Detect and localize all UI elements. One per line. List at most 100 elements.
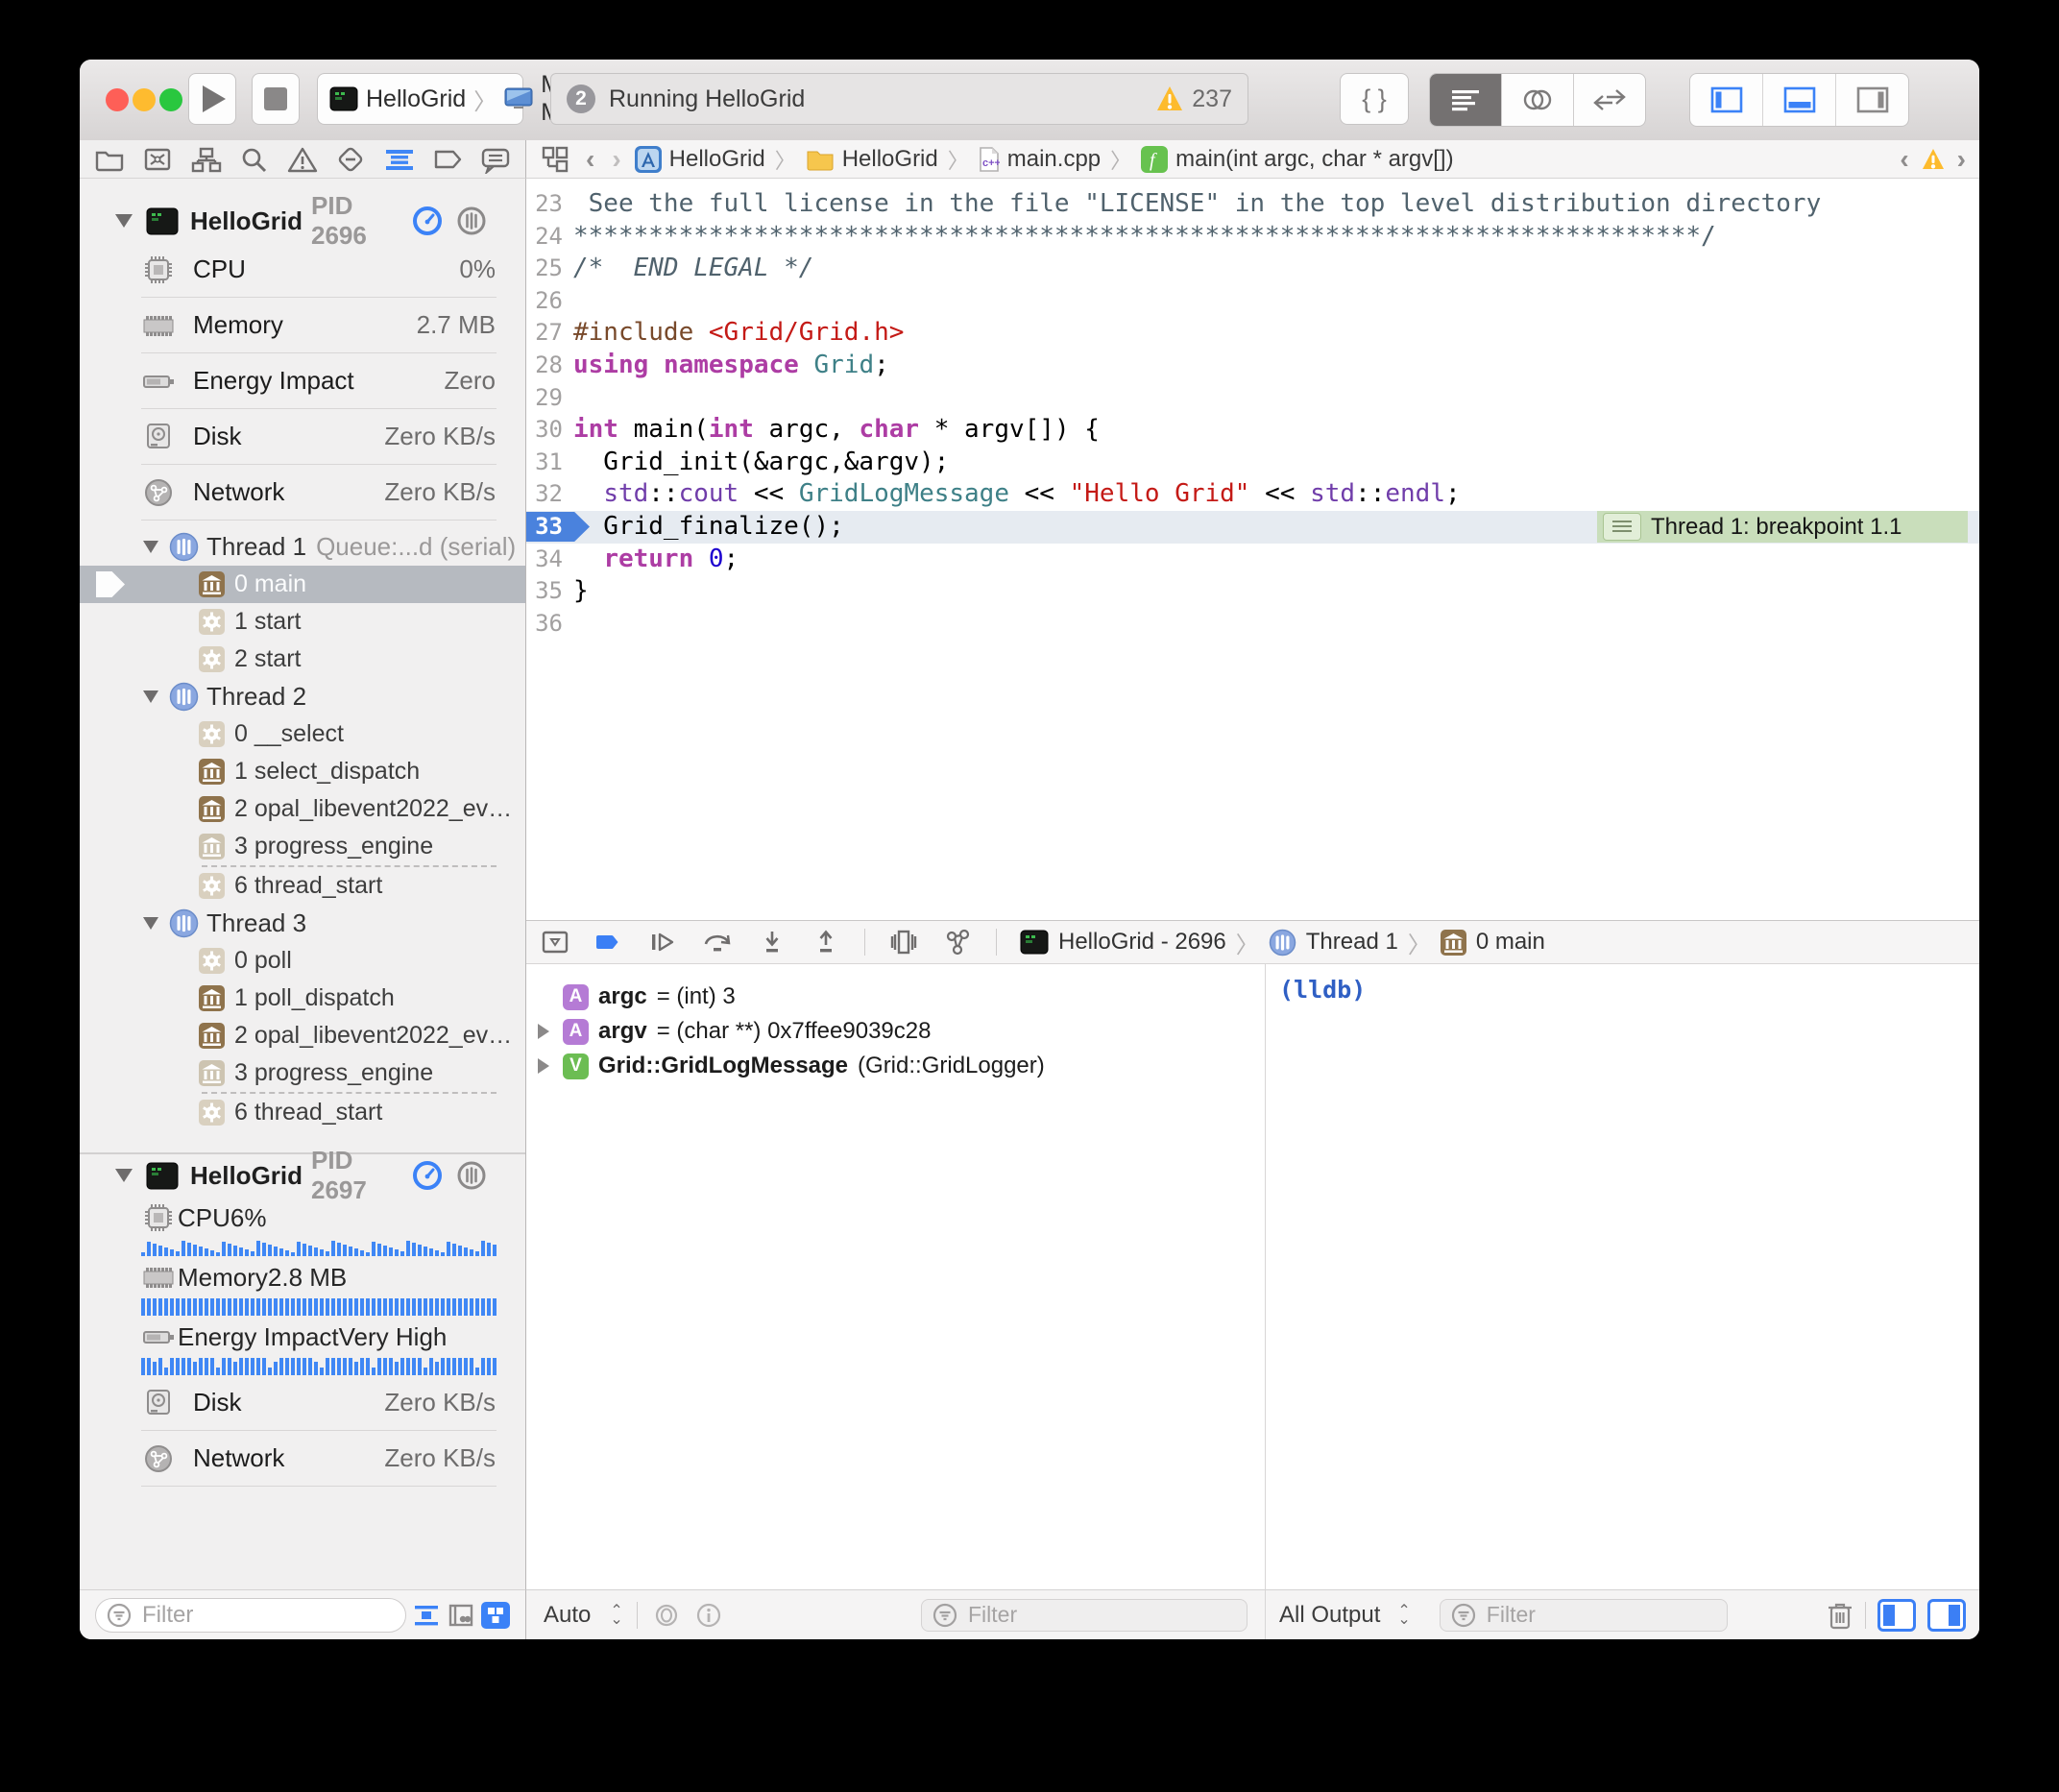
variable-row[interactable]: A argc = (int) 3	[526, 980, 1265, 1014]
console-filter-input[interactable]	[1485, 1601, 1717, 1629]
disclosure-triangle[interactable]	[538, 1058, 553, 1074]
variables-filter-input[interactable]	[966, 1601, 1237, 1629]
trash-icon[interactable]	[1827, 1600, 1853, 1631]
code-line[interactable]: 31 Grid_init(&argc,&argv);	[526, 447, 1979, 479]
run-button[interactable]	[188, 73, 236, 125]
view-mode-button[interactable]	[481, 1601, 510, 1630]
jump-bar-item[interactable]: fmain(int argc, char * argv[])	[1141, 146, 1453, 173]
console-view[interactable]: (lldb)	[1265, 964, 1979, 1589]
toggle-debug-area-button[interactable]	[1763, 74, 1836, 126]
breakpoints-toggle-button[interactable]	[593, 928, 624, 957]
view-hierarchy-button[interactable]	[888, 928, 919, 957]
continue-button[interactable]	[647, 928, 678, 957]
code-line[interactable]: 29	[526, 382, 1979, 415]
disclosure-triangle[interactable]	[115, 214, 133, 228]
gauge-row[interactable]: NetworkZero KB/s	[80, 1431, 525, 1486]
step-out-button[interactable]	[811, 928, 841, 957]
jump-bar-item[interactable]: HelloGrid	[635, 146, 765, 173]
disclosure-triangle[interactable]	[115, 1169, 133, 1182]
stop-button[interactable]	[252, 73, 300, 125]
stack-frame-row[interactable]: 1 poll_dispatch	[80, 980, 525, 1017]
stack-frame-row[interactable]: 6 thread_start	[80, 867, 525, 905]
stack-frame-row[interactable]: 2 opal_libevent2022_ev…	[80, 1017, 525, 1054]
code-line[interactable]: 30int main(int argc, char * argv[]) {	[526, 414, 1979, 447]
stack-frame-row[interactable]: 3 progress_engine	[80, 1054, 525, 1092]
gauges-view-button[interactable]	[412, 1160, 443, 1191]
standard-editor-button[interactable]	[1430, 74, 1502, 126]
code-line[interactable]: 27#include <Grid/Grid.h>	[526, 317, 1979, 350]
breakpoint-navigator-icon[interactable]	[431, 145, 464, 174]
stack-frame-row[interactable]: 1 start	[80, 603, 525, 641]
navigator-filter-field[interactable]	[95, 1598, 406, 1633]
variable-row[interactable]: V Grid::GridLogMessage (Grid::GridLogger…	[526, 1049, 1265, 1083]
eye-icon[interactable]	[651, 1603, 682, 1628]
source-editor[interactable]: 23 See the full license in the file "LIC…	[526, 179, 1979, 920]
stack-frame-row[interactable]: 0 main	[80, 566, 525, 603]
code-line-breakpoint[interactable]: 33 Grid_finalize(); Thread 1: breakpoint…	[526, 511, 1979, 544]
close-window-button[interactable]	[106, 88, 129, 111]
minimize-window-button[interactable]	[133, 88, 156, 111]
thread-row[interactable]: Thread 1Queue:...d (serial)	[80, 528, 525, 566]
gauge-row[interactable]: Energy ImpactVery High	[80, 1316, 525, 1375]
debug-navigator-icon[interactable]	[383, 145, 416, 174]
stack-frame-row[interactable]: 6 thread_start	[80, 1094, 525, 1131]
console-filter-field[interactable]	[1440, 1599, 1728, 1632]
threads-view-button[interactable]	[456, 1160, 487, 1191]
gauge-row[interactable]: DiskZero KB/s	[80, 409, 525, 464]
thread-row[interactable]: Thread 2	[80, 678, 525, 715]
zoom-window-button[interactable]	[159, 88, 182, 111]
gauge-row[interactable]: Memory2.8 MB	[80, 1256, 525, 1316]
disclosure-triangle[interactable]	[538, 1024, 553, 1039]
variables-view[interactable]: A argc = (int) 3 A argv = (char **) 0x7f…	[526, 964, 1265, 1589]
project-navigator-icon[interactable]	[93, 145, 126, 174]
source-control-icon[interactable]	[141, 145, 174, 174]
output-dropdown[interactable]: All Output	[1279, 1602, 1380, 1629]
gauge-row[interactable]: Memory2.7 MB	[80, 298, 525, 352]
next-issue-button[interactable]: ›	[1957, 144, 1966, 175]
disclosure-triangle[interactable]	[143, 690, 158, 703]
previous-issue-button[interactable]: ‹	[1900, 144, 1908, 175]
code-review-button[interactable]: { }	[1340, 73, 1409, 125]
code-line[interactable]: 28using namespace Grid;	[526, 350, 1979, 382]
flatten-stack-button[interactable]	[412, 1601, 441, 1630]
process-row[interactable]: HelloGridPID 2696	[80, 200, 525, 242]
related-items-icon[interactable]	[540, 144, 572, 175]
toggle-console-button[interactable]	[1927, 1599, 1966, 1632]
gauges-view-button[interactable]	[412, 206, 443, 236]
test-navigator-icon[interactable]	[334, 145, 367, 174]
assistant-editor-button[interactable]	[1502, 74, 1574, 126]
code-line[interactable]: 35}	[526, 575, 1979, 608]
process-row[interactable]: HelloGridPID 2697	[80, 1154, 525, 1197]
code-line[interactable]: 36	[526, 608, 1979, 641]
code-line[interactable]: 24**************************************…	[526, 221, 1979, 254]
thread-row[interactable]: Thread 3	[80, 905, 525, 942]
gauge-row[interactable]: CPU0%	[80, 242, 525, 297]
disclosure-triangle[interactable]	[143, 541, 158, 553]
frames-of-interest-button[interactable]	[447, 1601, 475, 1630]
jump-bar-item[interactable]: c++main.cpp	[979, 146, 1101, 173]
navigator-filter-input[interactable]	[140, 1601, 396, 1630]
code-line[interactable]: 32 std::cout << GridLogMessage << "Hello…	[526, 478, 1979, 511]
stack-frame-row[interactable]: 0 __select	[80, 715, 525, 753]
breadcrumb-process[interactable]: HelloGrid - 2696	[1058, 929, 1226, 956]
forward-button[interactable]: ›	[612, 144, 620, 175]
gauge-row[interactable]: CPU6%	[80, 1197, 525, 1256]
variables-filter-field[interactable]	[921, 1599, 1248, 1632]
hide-debug-area-button[interactable]	[540, 928, 570, 957]
code-line[interactable]: 23 See the full license in the file "LIC…	[526, 188, 1979, 221]
memory-graph-button[interactable]	[942, 928, 973, 957]
variable-row[interactable]: A argv = (char **) 0x7ffee9039c28	[526, 1014, 1265, 1049]
disclosure-triangle[interactable]	[143, 917, 158, 930]
threads-view-button[interactable]	[456, 206, 487, 236]
code-line[interactable]: 25/* END LEGAL */	[526, 253, 1979, 285]
code-line[interactable]: 34 return 0;	[526, 544, 1979, 576]
code-line[interactable]: 26	[526, 285, 1979, 318]
version-editor-button[interactable]	[1574, 74, 1645, 126]
breadcrumb-thread[interactable]: Thread 1	[1306, 929, 1398, 956]
jump-bar-item[interactable]: HelloGrid	[806, 146, 938, 173]
toggle-inspectors-button[interactable]	[1836, 74, 1908, 126]
annotation-menu-icon[interactable]	[1603, 513, 1641, 541]
breadcrumb-frame[interactable]: 0 main	[1476, 929, 1545, 956]
stack-frame-row[interactable]: 2 start	[80, 641, 525, 678]
find-navigator-icon[interactable]	[238, 145, 271, 174]
